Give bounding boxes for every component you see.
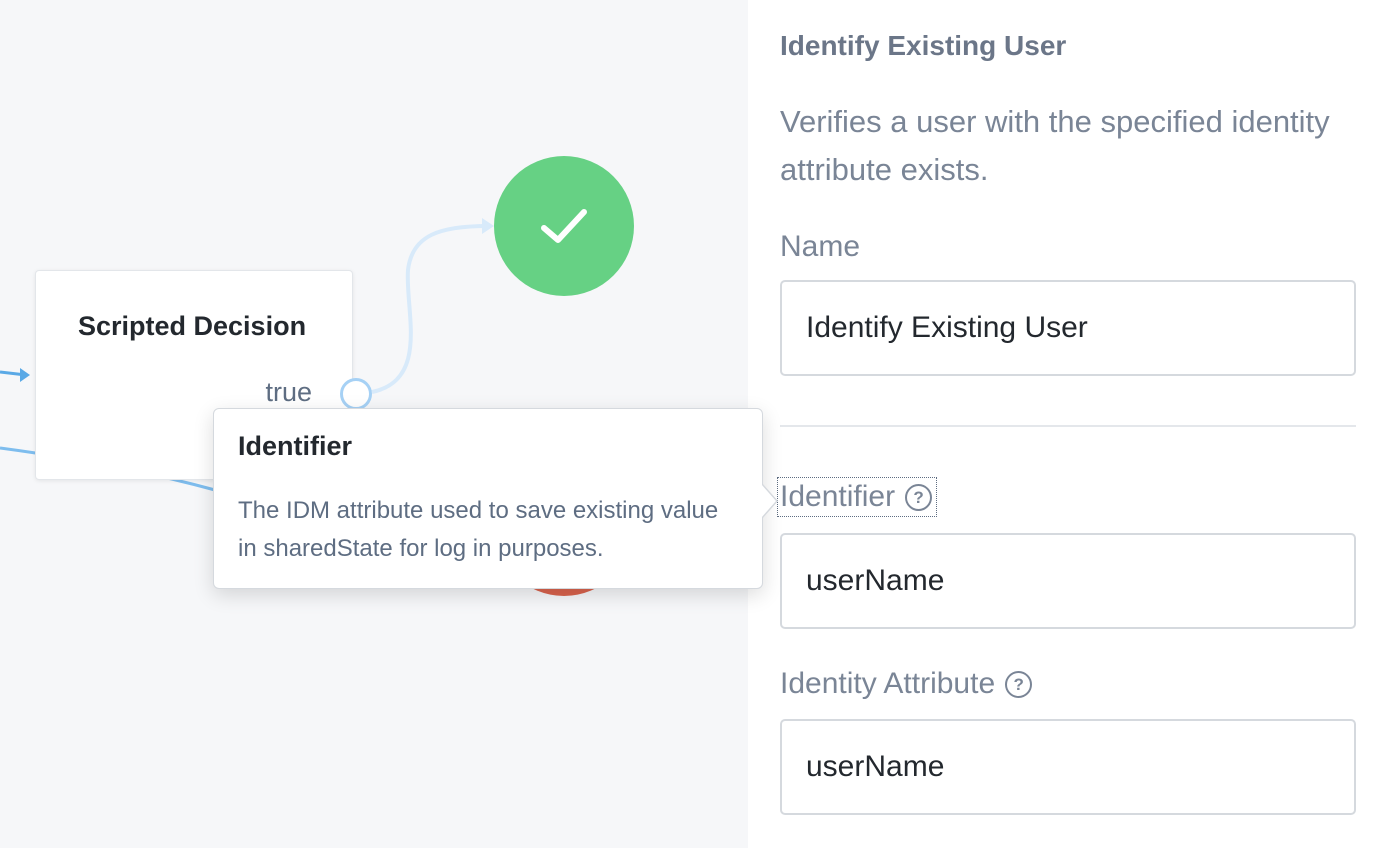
name-label-text: Name bbox=[780, 230, 861, 263]
name-label: Name bbox=[780, 230, 860, 264]
identity-attribute-label: Identity Attribute ? bbox=[780, 667, 1033, 701]
identifier-label: Identifier ? bbox=[776, 477, 938, 517]
identity-attribute-input[interactable] bbox=[780, 719, 1356, 815]
edge-true-arrow bbox=[482, 218, 494, 234]
identifier-input[interactable] bbox=[780, 533, 1356, 629]
checkmark-icon bbox=[541, 209, 587, 243]
panel-description: Verifies a user with the specified ident… bbox=[780, 104, 1330, 187]
identifier-label-text: Identifier bbox=[780, 480, 896, 513]
panel-divider bbox=[780, 425, 1356, 427]
outcome-port-true[interactable] bbox=[340, 378, 372, 410]
edge-true-to-success bbox=[371, 224, 489, 394]
question-circle-icon[interactable]: ? bbox=[905, 483, 933, 511]
name-input[interactable] bbox=[780, 280, 1356, 376]
node-properties-panel: Identify Existing User Verifies a user w… bbox=[748, 0, 1374, 848]
identifier-tooltip: Identifier The IDM attribute used to sav… bbox=[213, 408, 763, 589]
node-title: Scripted Decision bbox=[78, 311, 307, 341]
outcome-label-true: true bbox=[265, 377, 312, 407]
panel-title: Identify Existing User bbox=[780, 30, 1067, 61]
question-circle-icon[interactable]: ? bbox=[1005, 670, 1033, 698]
tooltip-title: Identifier bbox=[238, 431, 353, 461]
identity-attribute-label-text: Identity Attribute bbox=[780, 667, 996, 700]
tooltip-arrow bbox=[761, 483, 778, 519]
success-node[interactable] bbox=[494, 156, 634, 296]
edge-incoming-arrow bbox=[20, 368, 30, 382]
tooltip-body: The IDM attribute used to save existing … bbox=[238, 497, 719, 562]
